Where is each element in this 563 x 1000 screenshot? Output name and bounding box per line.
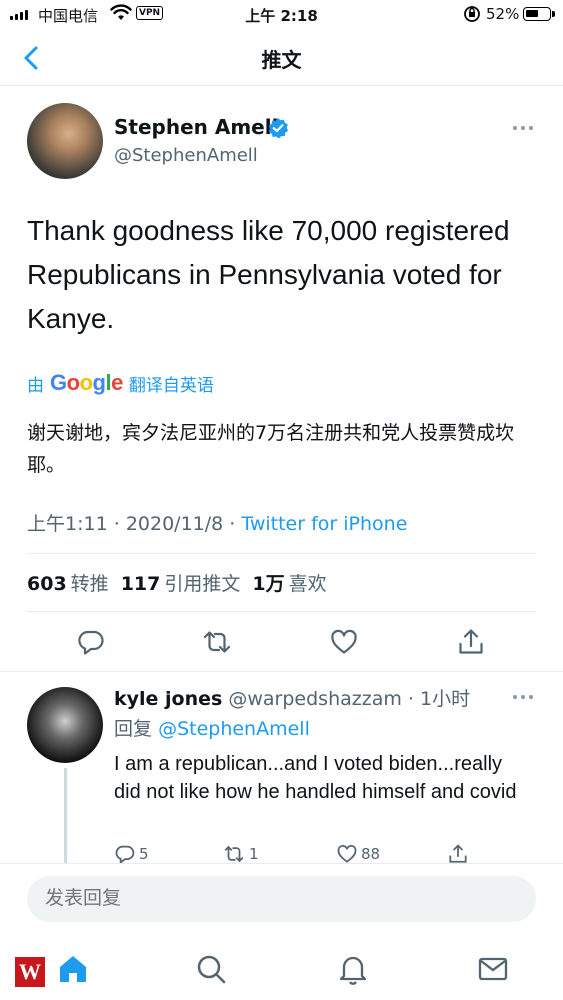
tweet-actions	[0, 624, 563, 664]
share-icon[interactable]	[456, 627, 486, 657]
likes-stat[interactable]: 1万 喜欢	[252, 569, 326, 596]
orientation-lock-icon	[464, 6, 480, 22]
translation-attribution[interactable]: 由 Google 翻译自英语	[27, 370, 214, 396]
retweet-count: 1	[249, 845, 259, 863]
more-icon[interactable]	[509, 120, 537, 136]
author-handle[interactable]: @StephenAmell	[114, 145, 258, 166]
tweet-date: 2020/11/8	[125, 513, 224, 535]
divider	[27, 611, 536, 612]
more-icon[interactable]	[509, 689, 537, 705]
author-avatar[interactable]	[27, 103, 103, 179]
replying-to: 回复 @StephenAmell	[114, 714, 310, 741]
reply-like-button[interactable]: 88	[336, 843, 380, 865]
meta-separator: ·	[229, 513, 236, 535]
reply-share-button[interactable]	[447, 843, 469, 865]
status-bar: 中国电信 VPN 上午 2:18 52%	[0, 0, 563, 30]
reply-count: 5	[139, 845, 149, 863]
retweet-icon[interactable]	[202, 627, 232, 657]
notifications-icon[interactable]	[336, 952, 370, 986]
reply-separator: ·	[407, 688, 414, 710]
reply-icon	[115, 845, 135, 865]
reply-age: 1小时	[420, 688, 471, 710]
like-count: 88	[361, 845, 381, 863]
reply-author-avatar[interactable]	[27, 687, 103, 763]
like-icon	[337, 845, 357, 863]
divider	[0, 671, 563, 672]
reply-actions: 5 1 88	[114, 843, 534, 865]
navigation-header: 推文	[0, 30, 563, 86]
meta-separator: ·	[113, 513, 120, 535]
reply-header: kyle jones @warpedshazzam · 1小时	[114, 684, 470, 711]
reply-author-name[interactable]: kyle jones	[114, 688, 222, 710]
tweet-time: 上午1:11	[27, 513, 108, 535]
battery-percentage: 52%	[486, 5, 520, 23]
mention-link[interactable]: @StephenAmell	[158, 718, 310, 740]
quotes-stat[interactable]: 117 引用推文	[121, 569, 241, 596]
reply-text: I am a republican...and I voted biden...…	[114, 753, 517, 803]
tweet-text: Thank goodness like 70,000 registered Re…	[27, 215, 510, 334]
reply-input[interactable]	[27, 876, 536, 922]
page-title: 推文	[261, 48, 302, 72]
tweet-source-link[interactable]: Twitter for iPhone	[241, 513, 407, 535]
tweet-stats: 603 转推 117 引用推文 1万 喜欢	[27, 569, 327, 596]
divider	[27, 553, 536, 554]
battery-icon	[523, 7, 555, 21]
home-icon[interactable]	[56, 952, 90, 986]
messages-icon[interactable]	[476, 952, 510, 986]
tweet-metadata: 上午1:11 · 2020/11/8 · Twitter for iPhone	[27, 509, 407, 536]
replying-prefix: 回复	[114, 718, 153, 740]
verified-badge-icon	[268, 118, 288, 139]
reply-reply-button[interactable]: 5	[114, 843, 149, 865]
reply-composer-bar	[0, 863, 563, 937]
retweets-stat[interactable]: 603 转推	[27, 569, 109, 596]
search-icon[interactable]	[194, 952, 228, 986]
tab-bar	[0, 937, 563, 1000]
author-name[interactable]: Stephen Amell	[114, 115, 278, 139]
reply-thread-line	[64, 768, 67, 863]
google-logo: Google	[50, 370, 123, 395]
translate-prefix: 由	[27, 375, 44, 396]
like-icon[interactable]	[329, 627, 359, 657]
translate-suffix: 翻译自英语	[128, 375, 214, 396]
retweet-icon	[224, 845, 244, 863]
share-icon	[449, 844, 467, 863]
translated-text: 谢天谢地，宾夕法尼亚州的7万名注册共和党人投票赞成坎耶。	[27, 422, 515, 476]
reply-retweet-button[interactable]: 1	[222, 843, 259, 865]
watermark-logo: W	[15, 957, 45, 987]
reply-author-handle[interactable]: @warpedshazzam	[228, 688, 402, 710]
reply-icon[interactable]	[76, 627, 106, 657]
